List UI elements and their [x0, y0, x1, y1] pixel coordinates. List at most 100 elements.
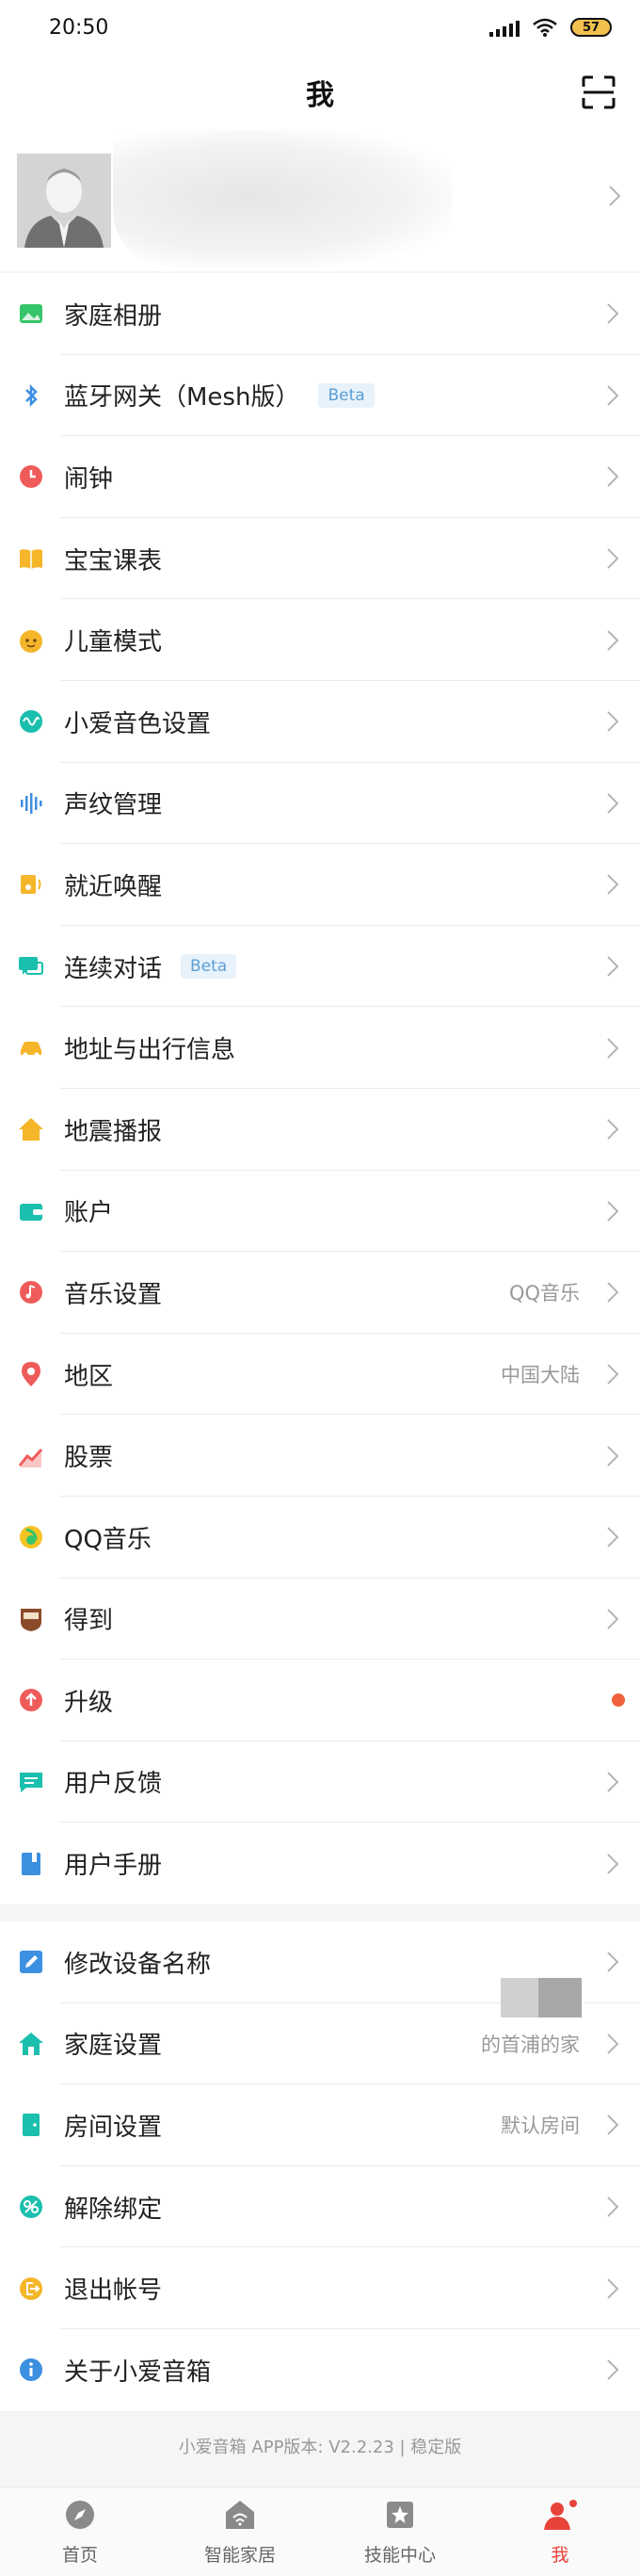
- feedback-icon: [17, 1768, 45, 1796]
- menu-row-label: 账户: [64, 1199, 114, 1228]
- qq-music-icon: [17, 1523, 45, 1551]
- chevron-right-icon: [607, 2196, 619, 2217]
- edit-icon: [17, 1948, 45, 1976]
- menu-row[interactable]: 蓝牙网关（Mesh版） Beta: [0, 355, 640, 437]
- menu-row[interactable]: 地址与出行信息: [0, 1007, 640, 1089]
- tab-smart-home[interactable]: 智能家居: [160, 2487, 320, 2576]
- menu-row[interactable]: 宝宝课表: [0, 518, 640, 600]
- chevron-right-icon: [607, 1609, 619, 1629]
- menu-row-value: 中国大陆: [501, 1364, 580, 1387]
- menu-row[interactable]: 关于小爱音箱: [0, 2329, 640, 2411]
- chevron-right-icon: [607, 1119, 619, 1140]
- menu-row-label: 关于小爱音箱: [64, 2357, 212, 2387]
- menu-row[interactable]: 退出帐号: [0, 2247, 640, 2329]
- alarm-clock-icon: [17, 462, 45, 491]
- chevron-right-icon: [607, 303, 619, 325]
- menu-row-label: 修改设备名称: [64, 1950, 212, 1979]
- beta-badge: Beta: [181, 954, 237, 980]
- menu-row[interactable]: 地区 中国大陆: [0, 1334, 640, 1416]
- chevron-right-icon: [607, 2277, 619, 2299]
- menu-row-label: 房间设置: [64, 2113, 163, 2142]
- menu-row[interactable]: 就近唤醒: [0, 844, 640, 926]
- menu-row[interactable]: QQ音乐: [0, 1497, 640, 1579]
- photo-album-icon: [17, 300, 45, 328]
- child-face-icon: [17, 626, 45, 655]
- status-time: 20:50: [49, 15, 109, 40]
- chevron-right-icon: [607, 793, 619, 814]
- menu-row-label: 退出帐号: [64, 2276, 163, 2306]
- redacted-block: [501, 1978, 538, 2017]
- menu-row[interactable]: 升级: [0, 1660, 640, 1742]
- default-avatar-icon: [17, 154, 111, 248]
- avatar[interactable]: [17, 154, 111, 248]
- menu-row[interactable]: 房间设置 默认房间: [0, 2084, 640, 2166]
- profile-icon: [541, 2498, 579, 2535]
- tab-skill-star[interactable]: 技能中心: [320, 2487, 480, 2576]
- chevron-right-icon: [607, 548, 619, 569]
- voiceprint-icon: [17, 789, 45, 818]
- tab-label: 我: [551, 2544, 569, 2566]
- nearby-wake-icon: [17, 870, 45, 899]
- chevron-right-icon: [607, 874, 619, 896]
- chevron-right-icon: [607, 1772, 619, 1792]
- upgrade-icon: [17, 1686, 45, 1714]
- scan-icon[interactable]: [580, 73, 617, 111]
- menu-row[interactable]: 用户反馈: [0, 1742, 640, 1823]
- menu-row[interactable]: 儿童模式: [0, 599, 640, 681]
- menu-row[interactable]: 股票: [0, 1415, 640, 1497]
- menu-row-label: 用户反馈: [64, 1770, 163, 1799]
- menu-row[interactable]: 账户: [0, 1171, 640, 1253]
- wallet-icon: [17, 1197, 45, 1225]
- menu-row-label: 解除绑定: [64, 2195, 163, 2224]
- chevron-right-icon: [607, 2033, 619, 2054]
- logout-icon: [17, 2275, 45, 2303]
- wifi-icon: [533, 18, 557, 37]
- stock-chart-icon: [17, 1442, 45, 1470]
- menu-row[interactable]: 得到: [0, 1579, 640, 1661]
- bottom-tab-bar: 首页 智能家居 技能中心 我: [0, 2487, 640, 2576]
- menu-row[interactable]: 音乐设置 QQ音乐: [0, 1252, 640, 1334]
- menu-row-label: 地区: [64, 1362, 114, 1391]
- menu-row-label: 音乐设置: [64, 1280, 163, 1309]
- menu-row-value: 的首浦的家: [481, 2033, 580, 2056]
- tab-compass[interactable]: 首页: [0, 2487, 160, 2576]
- menu-row[interactable]: 用户手册: [0, 1823, 640, 1904]
- compass-icon: [63, 2498, 97, 2535]
- profile-card[interactable]: [0, 130, 640, 271]
- redacted-block: [538, 1978, 582, 2017]
- menu-row[interactable]: 声纹管理: [0, 763, 640, 845]
- tab-label: 技能中心: [363, 2544, 436, 2566]
- chevron-right-icon: [607, 2359, 619, 2380]
- car-icon: [17, 1034, 45, 1062]
- chevron-right-icon: [607, 1037, 619, 1059]
- chevron-right-icon: [607, 1201, 619, 1222]
- menu-row[interactable]: 地震播报: [0, 1089, 640, 1171]
- menu-row-label: 闹钟: [64, 464, 114, 494]
- chevron-right-icon: [607, 1853, 619, 1874]
- menu-row-label: 用户手册: [64, 1852, 163, 1881]
- app-version: 小爱音箱 APP版本: V2.2.23 | 稳定版: [178, 2438, 462, 2457]
- chevron-right-icon: [607, 385, 619, 406]
- chevron-right-icon: [607, 1952, 619, 1973]
- tab-profile[interactable]: 我: [480, 2487, 640, 2576]
- menu-row-label: QQ音乐: [64, 1525, 152, 1554]
- chevron-right-icon: [607, 1445, 619, 1466]
- status-bar: 20:50 57: [0, 0, 640, 55]
- music-icon: [17, 1278, 45, 1306]
- menu-row-label: 家庭相册: [64, 301, 163, 331]
- manual-icon: [17, 1850, 45, 1878]
- beta-badge: Beta: [318, 382, 375, 408]
- menu-row-label: 地震播报: [64, 1117, 163, 1146]
- menu-row[interactable]: 连续对话 Beta: [0, 926, 640, 1008]
- chevron-right-icon: [607, 711, 619, 732]
- menu-row[interactable]: 解除绑定: [0, 2166, 640, 2248]
- menu-row[interactable]: 小爱音色设置: [0, 681, 640, 763]
- book-icon: [17, 544, 45, 573]
- menu-row[interactable]: 闹钟: [0, 436, 640, 518]
- settings-list-1: 家庭相册蓝牙网关（Mesh版） Beta 闹钟宝宝课表 儿童模式 小爱音色设置 声纹管理就…: [0, 273, 640, 1904]
- signal-icon: [489, 18, 520, 37]
- tab-label: 首页: [61, 2544, 98, 2566]
- menu-row-label: 家庭设置: [64, 2032, 163, 2061]
- menu-row[interactable]: 家庭相册: [0, 273, 640, 355]
- info-icon: [17, 2356, 45, 2384]
